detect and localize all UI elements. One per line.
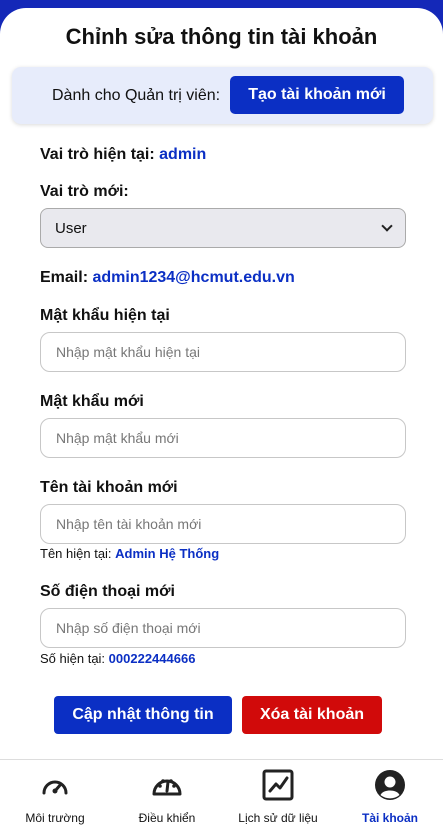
new-role-label: Vai trò mới:: [40, 183, 129, 200]
role-select[interactable]: User: [40, 208, 406, 248]
current-role: Vai trò hiện tại: admin: [40, 146, 206, 164]
update-info-button[interactable]: Cập nhật thông tin: [54, 696, 232, 734]
admin-label: Dành cho Quản trị viên:: [52, 87, 221, 104]
email-value: admin1234@hcmut.edu.vn: [92, 269, 295, 286]
account-edit-sheet: Chỉnh sửa thông tin tài khoản Dành cho Q…: [0, 8, 443, 834]
nav-label-control: Điều khiển: [138, 811, 196, 825]
new-password-input[interactable]: [40, 418, 406, 458]
create-account-button[interactable]: Tạo tài khoản mới: [230, 76, 404, 114]
phone-input[interactable]: [40, 608, 406, 648]
nav-item-history[interactable]: Lịch sử dữ liệu: [223, 760, 333, 834]
new-password-label: Mật khẩu mới: [40, 393, 144, 410]
current-password-input[interactable]: [40, 332, 406, 372]
nav-item-account[interactable]: Tài khoản: [335, 760, 443, 834]
current-username-value: Admin Hệ Thống: [115, 546, 220, 561]
current-phone-value: 000222444666: [108, 651, 196, 666]
current-role-label: Vai trò hiện tại:: [40, 146, 155, 163]
nav-label-environment: Môi trường: [25, 811, 85, 825]
email-info: Email: admin1234@hcmut.edu.vn: [40, 269, 295, 287]
gauge-icon: [42, 780, 68, 795]
current-phone-label: Số hiện tại:: [40, 651, 106, 666]
page-title: Chỉnh sửa thông tin tài khoản: [65, 24, 378, 49]
username-label: Tên tài khoản mới: [40, 479, 178, 496]
current-username-note: Tên hiện tại: Admin Hệ Thống: [40, 546, 219, 561]
chevron-down-icon: [381, 220, 393, 232]
chart-line-icon: [262, 769, 294, 801]
dashboard-icon: [152, 779, 182, 796]
current-username-label: Tên hiện tại:: [40, 546, 112, 561]
user-circle-icon: [375, 770, 405, 800]
phone-label: Số điện thoại mới: [40, 583, 175, 600]
username-input[interactable]: [40, 504, 406, 544]
admin-panel: Dành cho Quản trị viên: Tạo tài khoản mớ…: [12, 67, 433, 124]
nav-item-control[interactable]: Điều khiển: [112, 760, 222, 834]
nav-label-account: Tài khoản: [361, 811, 418, 825]
nav-label-history: Lịch sử dữ liệu: [238, 811, 318, 825]
current-password-label: Mật khẩu hiện tại: [40, 307, 170, 324]
current-phone-note: Số hiện tại: 000222444666: [40, 651, 195, 666]
role-select-value: User: [55, 219, 87, 237]
nav-item-environment[interactable]: Môi trường: [0, 760, 110, 834]
delete-account-button[interactable]: Xóa tài khoản: [242, 696, 382, 734]
current-role-value: admin: [159, 146, 207, 163]
bottom-nav: Môi trường Điều khiển Lịch sử dữ liệu Tà…: [0, 759, 443, 834]
email-label: Email:: [40, 269, 89, 286]
